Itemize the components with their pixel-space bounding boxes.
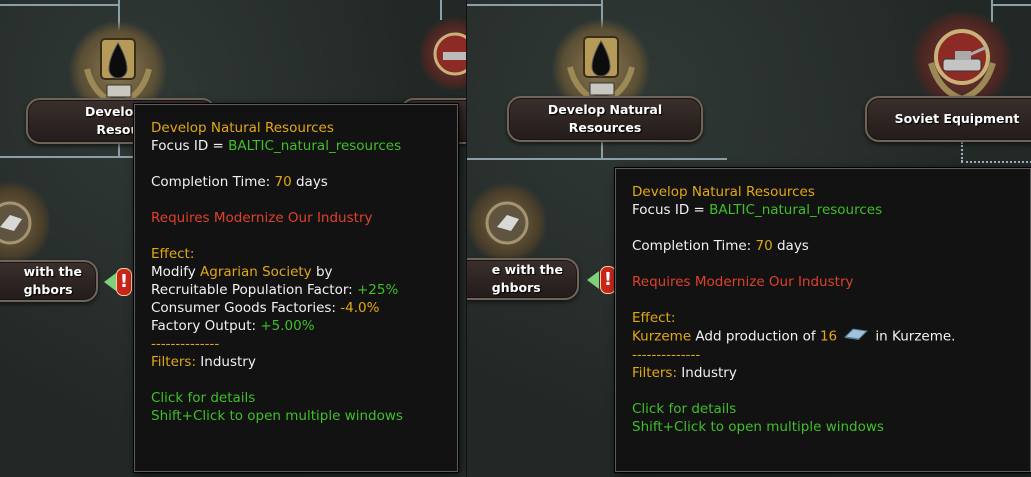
- tooltip-filters: Filters: Industry: [151, 353, 441, 371]
- modifier-factory-output: Factory Output: +5.00%: [151, 317, 441, 335]
- filters-value: Industry: [677, 365, 737, 381]
- completion-days: 70: [755, 238, 773, 254]
- hint-shift-click: Shift+Click to open multiple windows: [632, 419, 884, 435]
- tooltip-requires: Requires Modernize Our Industry: [632, 274, 854, 290]
- tooltip-completion: Completion Time: 70 days: [632, 237, 1014, 255]
- arrow-left-icon[interactable]: [104, 273, 116, 291]
- modify-suffix: by: [311, 264, 333, 280]
- focus-id-value: BALTIC_natural_resources: [709, 202, 883, 218]
- completion-suffix: days: [291, 174, 328, 190]
- focus-emblem-steel[interactable]: [467, 180, 547, 266]
- focus-id-value: BALTIC_natural_resources: [228, 138, 402, 154]
- focus-id-label: Focus ID =: [151, 138, 229, 154]
- connector-line: [0, 4, 120, 6]
- filters-label: Filters:: [632, 365, 678, 381]
- filters-value: Industry: [196, 354, 256, 370]
- focus-button-soviet-equipment[interactable]: Soviet Equipment: [865, 96, 1031, 142]
- completion-label: Completion Time:: [632, 238, 756, 254]
- focus-button-neighbors[interactable]: e with the ghbors: [467, 258, 579, 300]
- separator: --------------: [632, 347, 701, 363]
- exclamation-icon: !: [116, 268, 132, 296]
- connector-line: [991, 4, 1031, 6]
- production-text: Add production of: [691, 328, 820, 345]
- focus-label: with the ghbors: [23, 264, 82, 297]
- effect-production: Kurzeme Add production of 16 in Kurzeme.: [632, 327, 1014, 346]
- hint-click-details: Click for details: [151, 390, 256, 406]
- focus-id-label: Focus ID =: [632, 202, 710, 218]
- focus-label: Develop Natural Resources: [547, 102, 663, 135]
- focus-emblem-soviet-equipment[interactable]: [420, 14, 466, 94]
- hint-click-details: Click for details: [632, 401, 737, 417]
- modifier-value: -4.0%: [340, 300, 380, 316]
- tooltip-focus-id: Focus ID = BALTIC_natural_resources: [632, 201, 1014, 219]
- left-screenshot-panel: Develop N Resour with the ghbors ! Devel…: [0, 0, 466, 477]
- production-suffix: in Kurzeme.: [871, 328, 956, 345]
- modifier-value: +5.00%: [260, 318, 315, 334]
- steel-ingot-icon: [485, 201, 529, 245]
- modifier-label: Factory Output:: [151, 318, 261, 334]
- tooltip-focus-id: Focus ID = BALTIC_natural_resources: [151, 137, 441, 155]
- focus-label: e with the ghbors: [491, 262, 563, 295]
- focus-emblem-steel[interactable]: [0, 178, 50, 268]
- hint-shift-click: Shift+Click to open multiple windows: [151, 408, 403, 424]
- dotted-connector: [961, 142, 963, 162]
- tank-icon: [433, 32, 466, 76]
- effect-label: Effect:: [632, 310, 676, 326]
- modifier-label: Recruitable Population Factor:: [151, 282, 357, 298]
- focus-tooltip: Develop Natural Resources Focus ID = BAL…: [134, 104, 458, 472]
- connector-line: [467, 158, 727, 160]
- exclamation-icon: !: [600, 266, 616, 294]
- modifier-recruitable: Recruitable Population Factor: +25%: [151, 281, 441, 299]
- steel-ingot-icon: [0, 201, 32, 245]
- modify-prefix: Modify: [151, 264, 201, 280]
- modifier-value: +25%: [357, 282, 399, 298]
- connector-line: [601, 140, 603, 160]
- completion-label: Completion Time:: [151, 174, 275, 190]
- tooltip-requires: Requires Modernize Our Industry: [151, 210, 373, 226]
- steel-ingot-icon: [843, 327, 869, 346]
- tooltip-title: Develop Natural Resources: [632, 184, 815, 200]
- completion-days: 70: [274, 174, 292, 190]
- tank-icon: [928, 29, 996, 103]
- tooltip-completion: Completion Time: 70 days: [151, 173, 441, 191]
- tooltip-title: Develop Natural Resources: [151, 120, 334, 136]
- dotted-connector: [961, 161, 1031, 163]
- completion-suffix: days: [772, 238, 809, 254]
- tooltip-filters: Filters: Industry: [632, 364, 1014, 382]
- arrow-left-icon[interactable]: [587, 271, 599, 289]
- modify-target: Agrarian Society: [200, 264, 312, 280]
- connector-line: [467, 4, 603, 6]
- modifier-consumer-goods: Consumer Goods Factories: -4.0%: [151, 299, 441, 317]
- production-amount: 16: [819, 328, 838, 345]
- focus-button-develop-natural-resources[interactable]: Develop Natural Resources: [507, 96, 703, 142]
- focus-button-neighbors[interactable]: with the ghbors: [0, 260, 98, 302]
- state-name: Kurzeme: [632, 328, 692, 345]
- modifier-label: Consumer Goods Factories:: [151, 300, 341, 316]
- effect-label: Effect:: [151, 246, 195, 262]
- filters-label: Filters:: [151, 354, 197, 370]
- effect-modify: Modify Agrarian Society by: [151, 263, 441, 281]
- focus-label: Soviet Equipment: [894, 111, 1020, 126]
- connector-line: [0, 156, 140, 158]
- focus-tooltip: Develop Natural Resources Focus ID = BAL…: [615, 168, 1031, 472]
- separator: --------------: [151, 336, 220, 352]
- right-screenshot-panel: Develop Natural Resources Soviet Equipme…: [466, 0, 1031, 477]
- focus-emblem-soviet-equipment[interactable]: [907, 12, 1017, 108]
